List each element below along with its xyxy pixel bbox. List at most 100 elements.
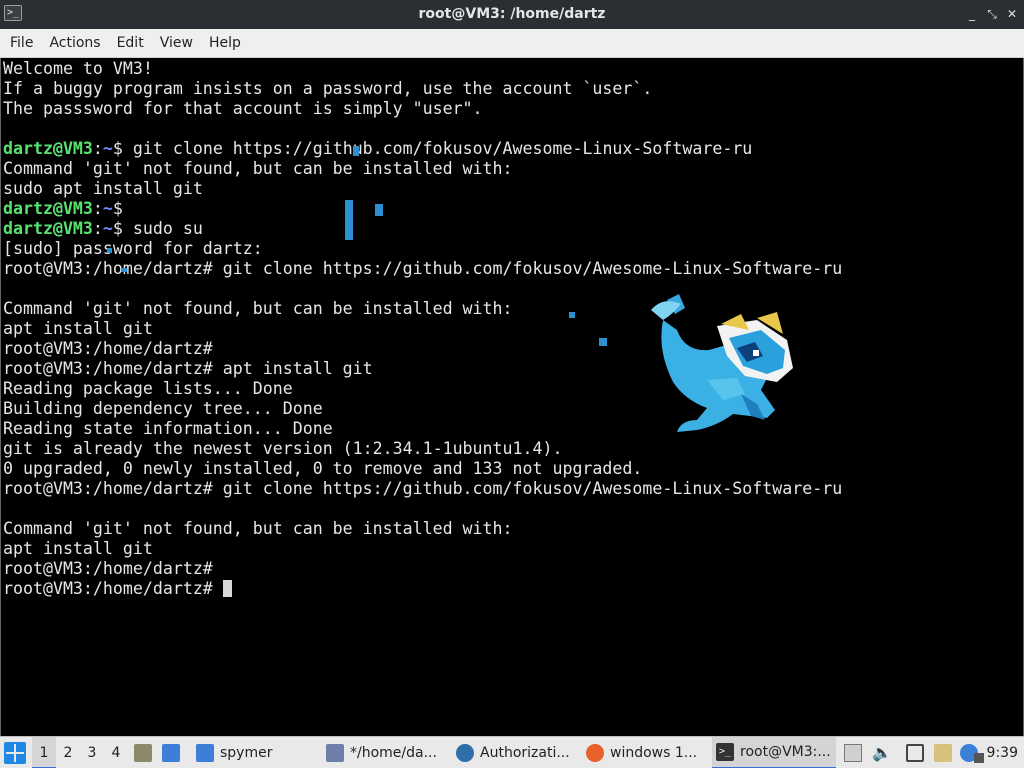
prompt-path: ~ <box>102 199 113 218</box>
terminal-output[interactable]: Welcome to VM3! If a buggy program insist… <box>0 58 1024 736</box>
terminal-text-segment: Building dependency tree... Done <box>3 399 323 418</box>
workspace-1[interactable]: 1 <box>32 737 56 768</box>
window-title: root@VM3: /home/dartz <box>418 6 606 22</box>
terminal-text-segment: Reading package lists... Done <box>3 379 293 398</box>
workspace-4[interactable]: 4 <box>104 737 128 768</box>
prompt-path: ~ <box>102 219 113 238</box>
firefox-icon <box>586 744 604 762</box>
terminal-text-segment: $ sudo su <box>112 219 203 238</box>
terminal-text-segment: Command 'git' not found, but can be inst… <box>3 299 513 318</box>
volume-icon[interactable]: 🔈 <box>872 744 892 762</box>
terminal-line: root@VM3:/home/dartz# <box>3 559 842 579</box>
terminal-text-segment: $ <box>112 199 123 218</box>
terminal-text-segment: apt install git <box>3 319 153 338</box>
terminal-line: apt install git <box>3 539 842 559</box>
task-authorization[interactable]: Authorizati... <box>452 737 576 768</box>
terminal-text-segment: [sudo] password for dartz: <box>3 239 263 258</box>
show-desktop-icon[interactable] <box>162 744 180 762</box>
task-label: */home/da... <box>350 745 437 761</box>
terminal-icon: >_ <box>716 743 734 761</box>
terminal-line: Command 'git' not found, but can be inst… <box>3 159 842 179</box>
window-titlebar[interactable]: >_ root@VM3: /home/dartz _ ⤡ ✕ <box>0 0 1024 29</box>
desktop-pet-sprite <box>651 294 793 432</box>
start-menu-icon[interactable] <box>4 742 26 764</box>
menu-bar: File Actions Edit View Help <box>0 29 1024 58</box>
terminal-text-segment: Command 'git' not found, but can be inst… <box>3 159 513 178</box>
terminal-line: Command 'git' not found, but can be inst… <box>3 519 842 539</box>
terminal-line: sudo apt install git <box>3 179 842 199</box>
prompt-user: dartz@VM3 <box>3 139 93 158</box>
workspace-2[interactable]: 2 <box>56 737 80 768</box>
terminal-line: root@VM3:/home/dartz# <box>3 579 842 599</box>
terminal-line: 0 upgraded, 0 newly installed, 0 to remo… <box>3 459 842 479</box>
sprite-fragment <box>121 268 127 272</box>
text-editor-icon <box>326 744 344 762</box>
maximize-button[interactable]: ⤡ <box>984 5 1000 23</box>
workspace-3[interactable]: 3 <box>80 737 104 768</box>
task-label: windows 1... <box>610 745 698 761</box>
terminal-line: dartz@VM3:~$ sudo su <box>3 219 842 239</box>
menu-actions[interactable]: Actions <box>41 29 108 58</box>
task-firefox[interactable]: windows 1... <box>582 737 706 768</box>
terminal-line: Welcome to VM3! <box>3 59 842 79</box>
file-manager-launcher-icon[interactable] <box>134 744 152 762</box>
terminal-line: The passsword for that account is simply… <box>3 99 842 119</box>
prompt-user: dartz@VM3 <box>3 199 93 218</box>
terminal-line: dartz@VM3:~$ <box>3 199 842 219</box>
close-button[interactable]: ✕ <box>1004 5 1020 23</box>
terminal-text-segment: root@VM3:/home/dartz# <box>3 559 213 578</box>
minimize-button[interactable]: _ <box>964 5 980 23</box>
network-icon[interactable] <box>906 744 924 762</box>
terminal-text-segment: root@VM3:/home/dartz# <box>3 339 213 358</box>
terminal-text-segment: root@VM3:/home/dartz# <box>3 579 223 598</box>
sprite-fragment <box>375 204 383 216</box>
sprite-fragment <box>599 338 607 346</box>
terminal-text-segment: The passsword for that account is simply… <box>3 99 483 118</box>
keepass-icon <box>456 744 474 762</box>
terminal-text-segment: If a buggy program insists on a password… <box>3 79 653 98</box>
terminal-text-segment: : <box>92 199 103 218</box>
menu-edit[interactable]: Edit <box>109 29 152 58</box>
terminal-cursor <box>222 580 232 597</box>
terminal-text-segment: Command 'git' not found, but can be inst… <box>3 519 513 538</box>
terminal-text-segment: $ git clone https://github.com/fokusov/A… <box>112 139 753 158</box>
terminal-text-segment: root@VM3:/home/dartz# apt install git <box>3 359 373 378</box>
menu-help[interactable]: Help <box>201 29 249 58</box>
terminal-text-segment: : <box>92 219 103 238</box>
prompt-user: dartz@VM3 <box>3 219 93 238</box>
terminal-line: [sudo] password for dartz: <box>3 239 842 259</box>
terminal-text-segment: git is already the newest version (1:2.3… <box>3 439 563 458</box>
task-terminal[interactable]: >_ root@VM3:... <box>712 737 836 768</box>
taskbar: 1 2 3 4 spymer */home/da... Authorizati.… <box>0 736 1024 768</box>
sprite-fragment <box>107 248 112 253</box>
terminal-text-segment: 0 upgraded, 0 newly installed, 0 to remo… <box>3 459 643 478</box>
clipboard-icon[interactable] <box>934 744 952 762</box>
task-label: root@VM3:... <box>740 744 831 760</box>
task-spymer[interactable]: spymer <box>192 737 316 768</box>
terminal-line: git is already the newest version (1:2.3… <box>3 439 842 459</box>
task-label: spymer <box>220 745 273 761</box>
folder-icon <box>196 744 214 762</box>
sprite-fragment <box>345 200 353 240</box>
terminal-text-segment: sudo apt install git <box>3 179 203 198</box>
sprite-fragment <box>569 312 575 318</box>
task-text-editor[interactable]: */home/da... <box>322 737 446 768</box>
terminal-text-segment: root@VM3:/home/dartz# git clone https://… <box>3 479 843 498</box>
terminal-line: If a buggy program insists on a password… <box>3 79 842 99</box>
task-label: Authorizati... <box>480 745 570 761</box>
terminal-text-segment: apt install git <box>3 539 153 558</box>
upload-icon[interactable] <box>844 744 862 762</box>
menu-file[interactable]: File <box>2 29 41 58</box>
menu-view[interactable]: View <box>152 29 201 58</box>
clock[interactable]: 9:39 <box>987 737 1018 768</box>
terminal-text-segment: Welcome to VM3! <box>3 59 153 78</box>
terminal-text-segment: root@VM3:/home/dartz# git clone https://… <box>3 259 843 278</box>
sprite-fragment <box>353 146 359 156</box>
terminal-line: root@VM3:/home/dartz# git clone https://… <box>3 259 842 279</box>
terminal-line: root@VM3:/home/dartz# git clone https://… <box>3 479 842 499</box>
power-icon[interactable] <box>974 753 984 763</box>
terminal-text-segment: Reading state information... Done <box>3 419 333 438</box>
terminal-line: dartz@VM3:~$ git clone https://github.co… <box>3 139 842 159</box>
